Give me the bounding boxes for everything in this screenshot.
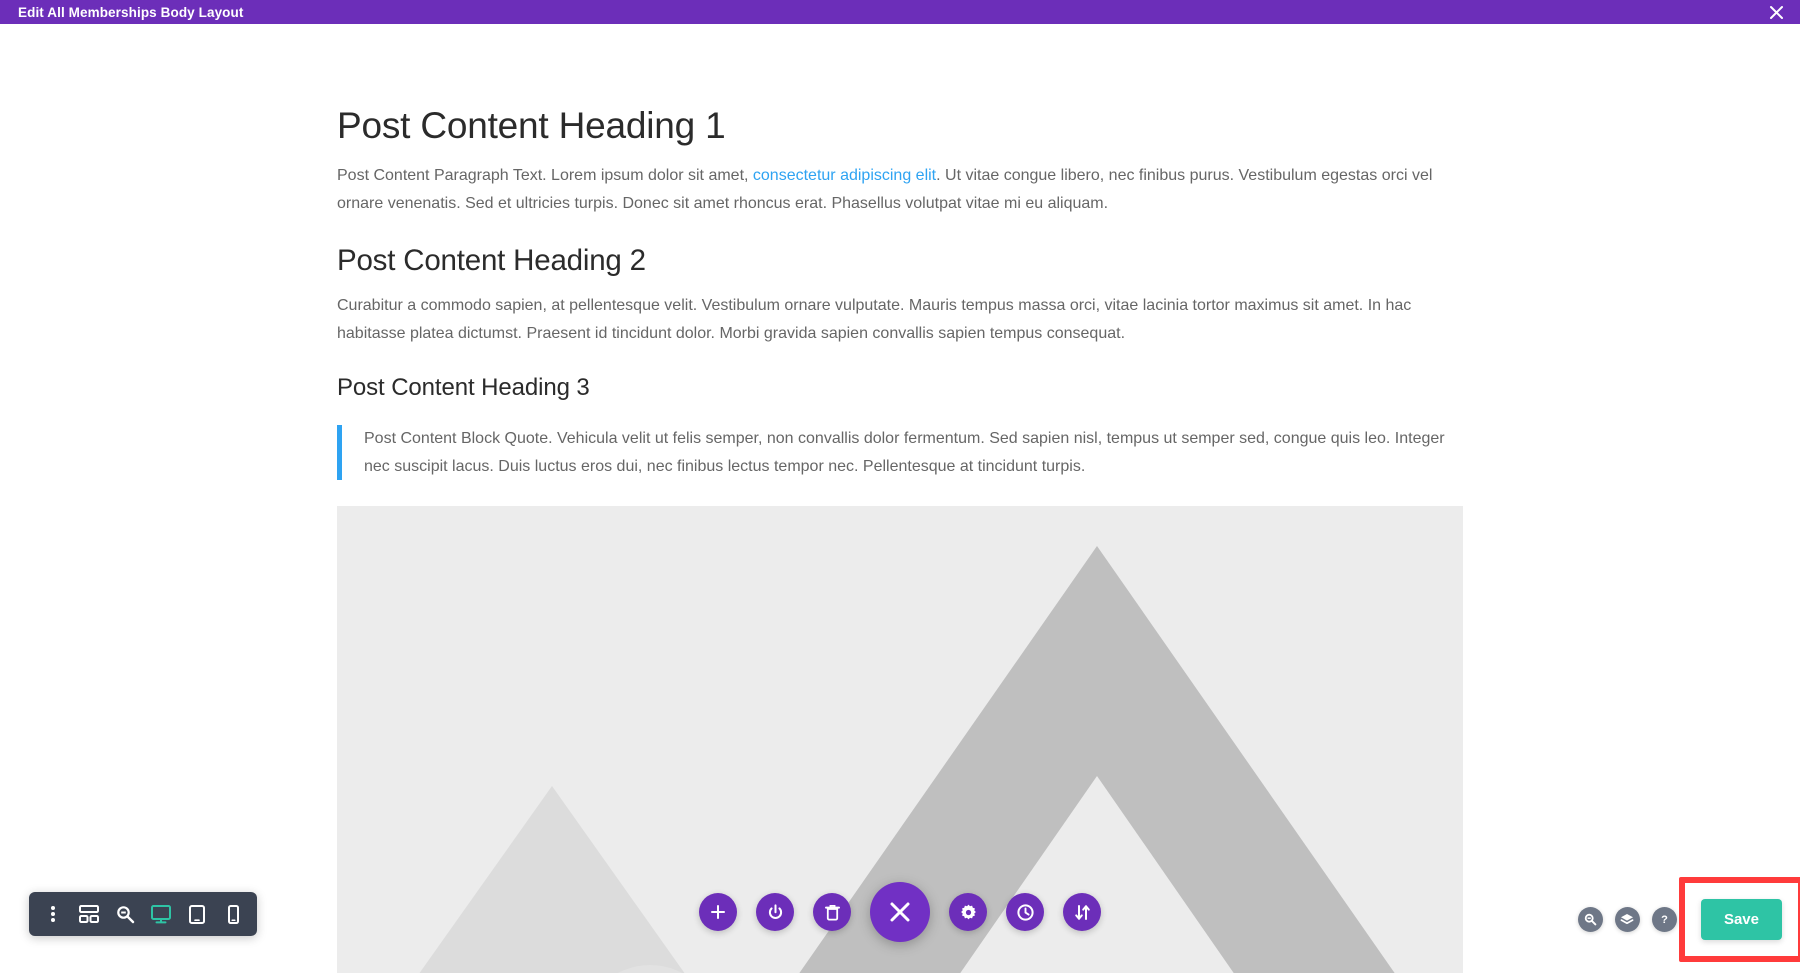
desktop-icon[interactable] [143, 892, 179, 936]
tablet-icon[interactable] [179, 892, 215, 936]
post-content-blockquote: Post Content Block Quote. Vehicula velit… [337, 425, 1463, 481]
blockquote-text: Post Content Block Quote. Vehicula velit… [364, 430, 1445, 475]
layers-icon[interactable] [1614, 907, 1640, 932]
zoom-out-icon[interactable] [1577, 907, 1603, 932]
inline-link[interactable]: consectetur adipiscing elit [753, 167, 936, 184]
close-icon[interactable] [870, 882, 930, 942]
builder-top-bar: Edit All Memberships Body Layout [0, 0, 1800, 24]
post-content-paragraph-1: Post Content Paragraph Text. Lorem ipsum… [337, 162, 1463, 217]
gear-icon[interactable] [949, 893, 987, 931]
zoom-out-icon[interactable] [107, 892, 143, 936]
page-title: Edit All Memberships Body Layout [18, 4, 244, 20]
trash-icon[interactable] [813, 893, 851, 931]
post-content-heading-2: Post Content Heading 2 [337, 244, 646, 278]
page-canvas: Post Content Heading 1 Post Content Para… [0, 24, 1800, 973]
history-icon[interactable] [1006, 893, 1044, 931]
paragraph-text-before-link: Post Content Paragraph Text. Lorem ipsum… [337, 167, 753, 185]
power-icon[interactable] [756, 893, 794, 931]
svg-text:?: ? [1661, 914, 1668, 926]
close-icon[interactable] [1766, 2, 1786, 22]
builder-right-controls: ? Save [1577, 877, 1800, 962]
post-content-paragraph-2: Curabitur a commodo sapien, at pellentes… [337, 297, 1412, 342]
add-icon[interactable] [699, 893, 737, 931]
post-content-heading-1: Post Content Heading 1 [337, 105, 726, 146]
post-content-module[interactable]: Post Content Heading 1 Post Content Para… [337, 103, 1463, 973]
more-options-icon[interactable] [35, 892, 71, 936]
save-button[interactable]: Save [1700, 899, 1782, 940]
phone-icon[interactable] [215, 892, 251, 936]
device-toolbar [29, 892, 257, 936]
builder-action-bar [699, 882, 1101, 942]
portability-icon[interactable] [1063, 893, 1101, 931]
help-icon[interactable]: ? [1651, 907, 1677, 932]
wireframe-icon[interactable] [71, 892, 107, 936]
save-button-wrapper: Save [1678, 877, 1800, 962]
post-content-heading-3: Post Content Heading 3 [337, 374, 590, 402]
